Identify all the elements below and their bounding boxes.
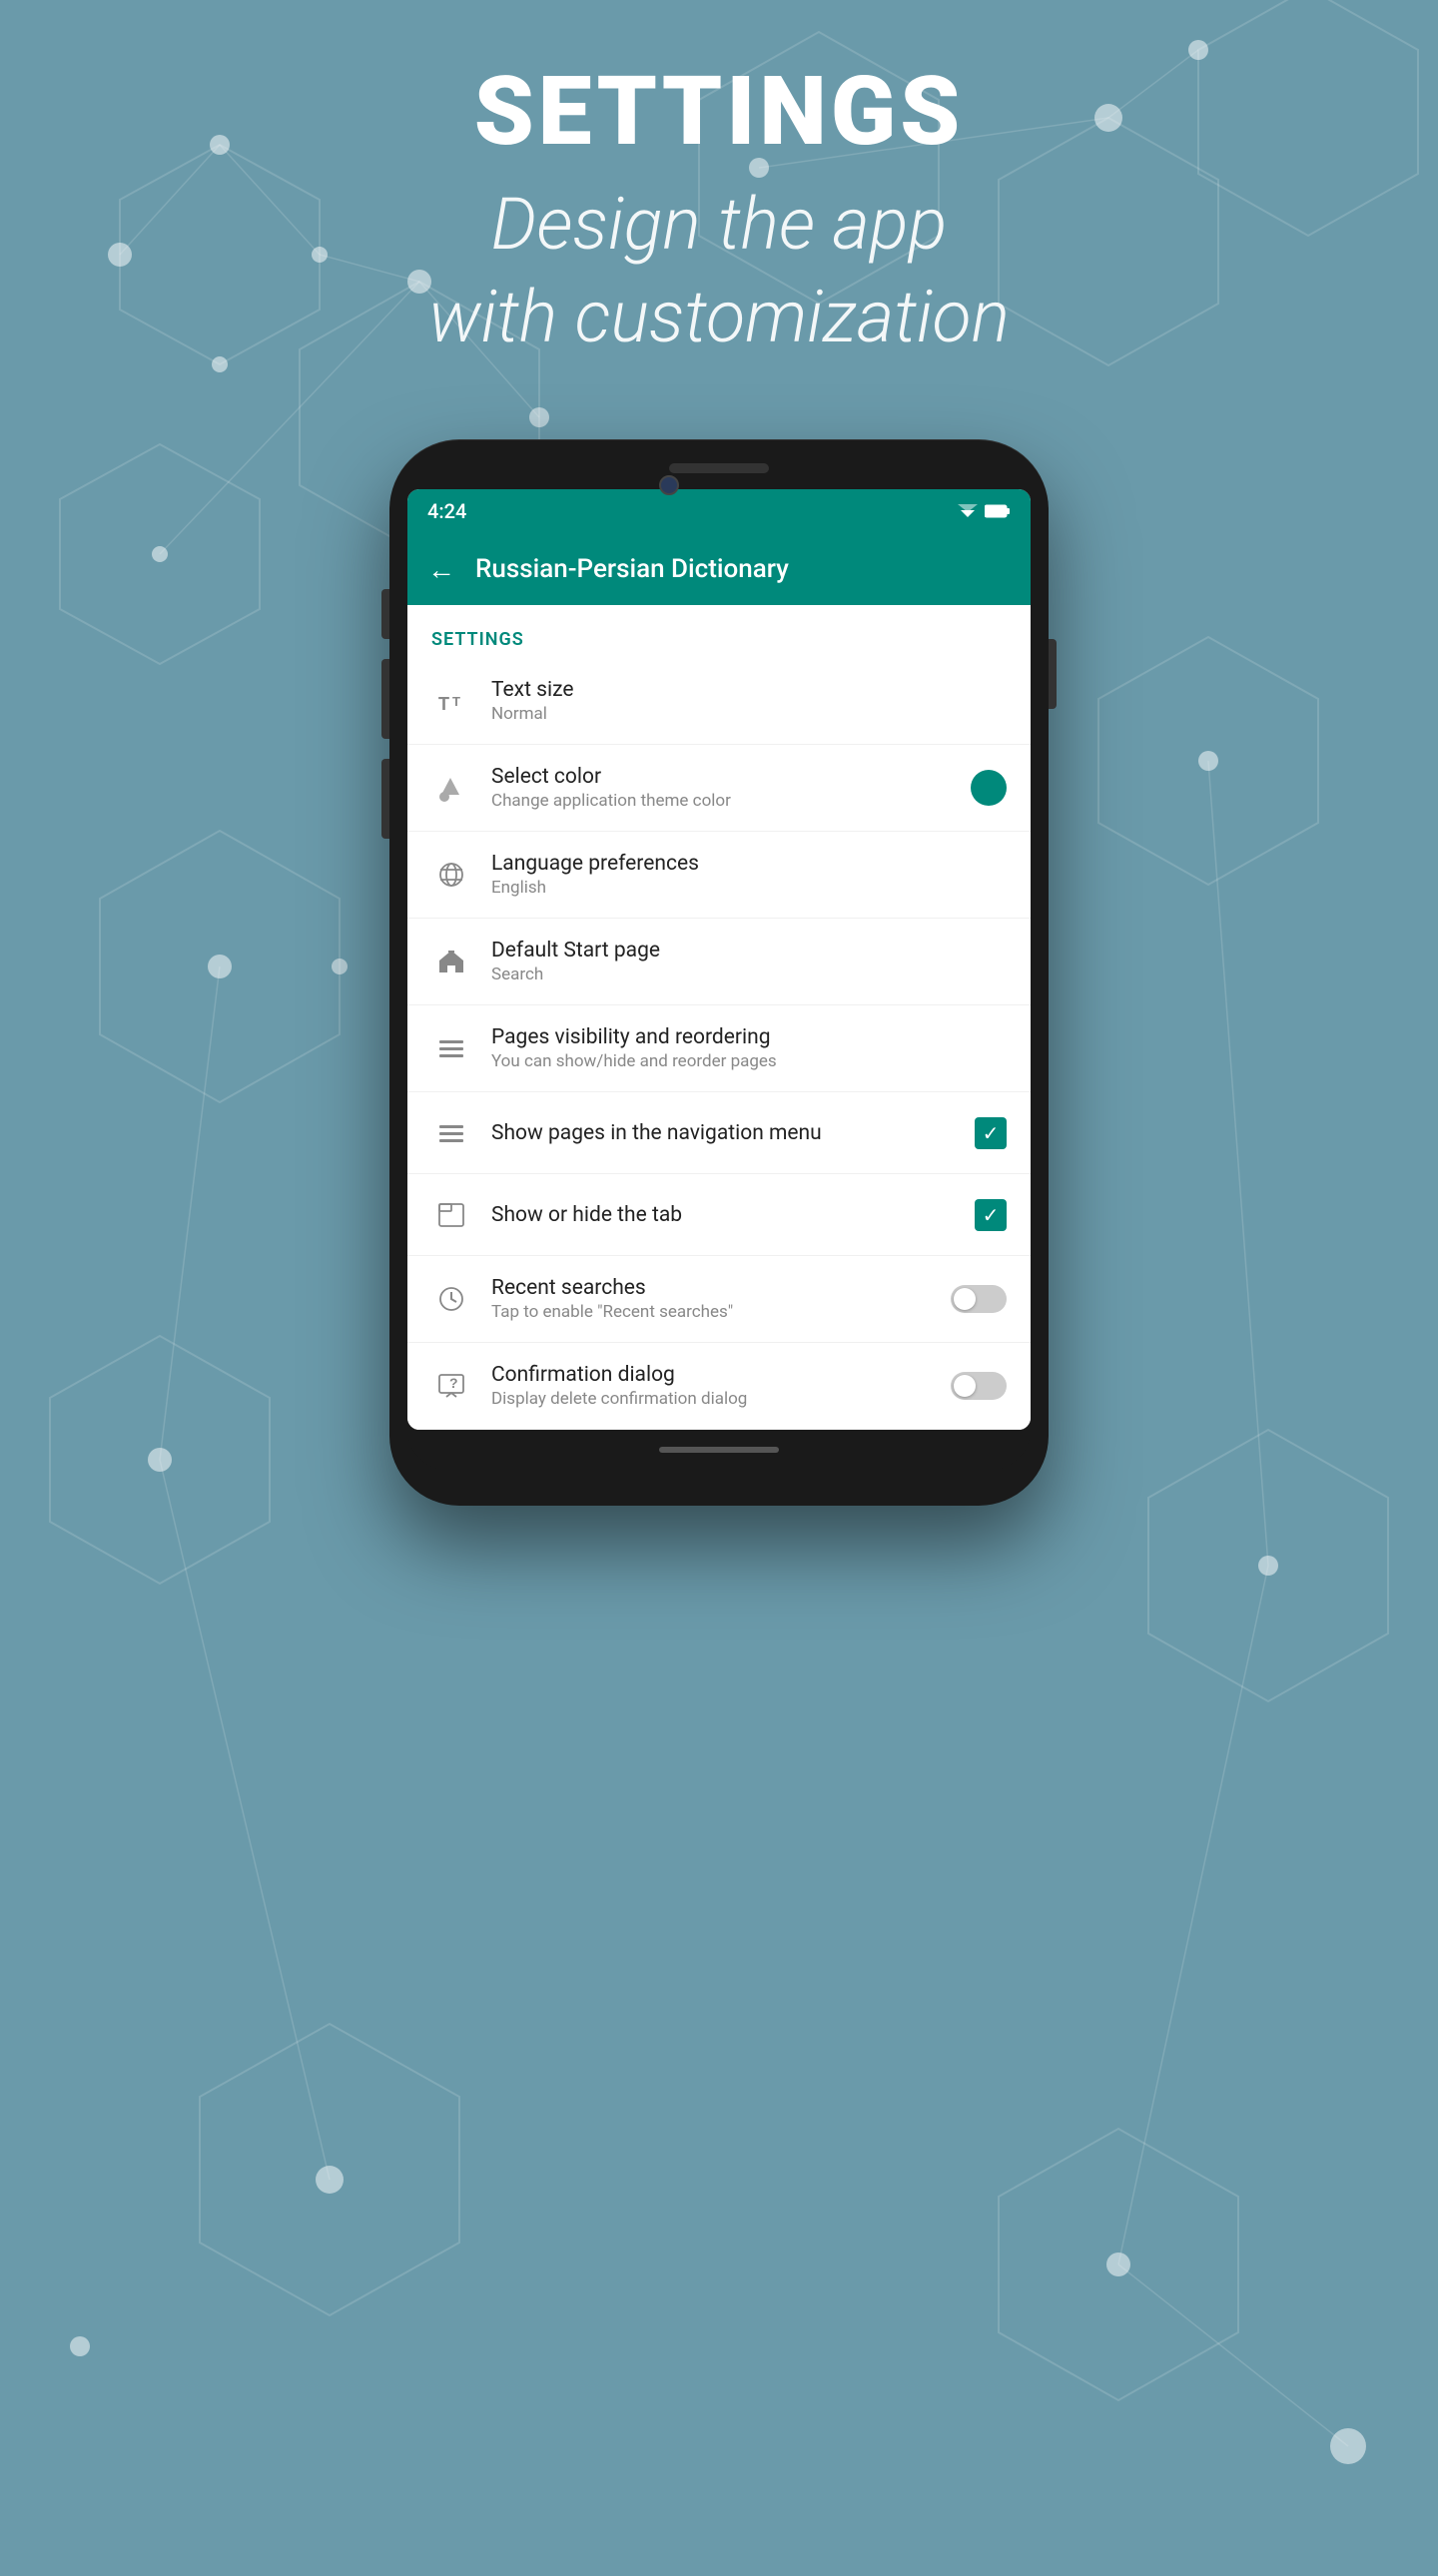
toggle-off-recent xyxy=(951,1285,1007,1313)
front-camera xyxy=(659,475,679,495)
status-bar: 4:24 xyxy=(407,489,1031,533)
menu-reorder-icon xyxy=(431,1028,471,1068)
start-page-text: Default Start page Search xyxy=(491,939,1007,984)
recent-searches-sublabel: Tap to enable "Recent searches" xyxy=(491,1302,939,1322)
nav-menu-icon xyxy=(431,1113,471,1153)
volume-down-button xyxy=(381,659,389,739)
start-page-label: Default Start page xyxy=(491,939,1007,963)
phone-mockup: 4:24 ← Russian-Persian Dictionary xyxy=(389,439,1049,1506)
show-tab-text: Show or hide the tab xyxy=(491,1203,963,1227)
tab-icon xyxy=(431,1195,471,1235)
text-size-label: Text size xyxy=(491,678,1007,702)
settings-item-show-pages-nav[interactable]: Show pages in the navigation menu ✓ xyxy=(407,1092,1031,1174)
dialog-icon: ? xyxy=(431,1366,471,1406)
show-tab-checkbox[interactable]: ✓ xyxy=(975,1199,1007,1231)
svg-text:T: T xyxy=(452,694,460,709)
show-pages-nav-checkbox[interactable]: ✓ xyxy=(975,1117,1007,1149)
confirmation-dialog-sublabel: Display delete confirmation dialog xyxy=(491,1389,939,1409)
home-bar xyxy=(659,1447,779,1453)
toggle-knob-dialog xyxy=(954,1375,976,1397)
back-button[interactable]: ← xyxy=(427,553,455,586)
power-button xyxy=(1049,639,1057,709)
text-size-icon: T T xyxy=(431,681,471,721)
settings-item-show-tab[interactable]: Show or hide the tab ✓ xyxy=(407,1174,1031,1256)
settings-item-select-color[interactable]: Select color Change application theme co… xyxy=(407,745,1031,832)
settings-item-pages-visibility[interactable]: Pages visibility and reordering You can … xyxy=(407,1005,1031,1092)
color-icon xyxy=(431,768,471,808)
toolbar-title: Russian-Persian Dictionary xyxy=(475,554,789,584)
history-icon xyxy=(431,1279,471,1319)
recent-searches-label: Recent searches xyxy=(491,1276,939,1300)
settings-item-confirmation-dialog[interactable]: ? Confirmation dialog Display delete con… xyxy=(407,1343,1031,1430)
text-size-value: Normal xyxy=(491,704,1007,724)
start-page-value: Search xyxy=(491,965,1007,984)
select-color-text: Select color Change application theme co… xyxy=(491,765,959,811)
settings-item-text-size[interactable]: T T Text size Normal xyxy=(407,658,1031,745)
pages-visibility-sublabel: You can show/hide and reorder pages xyxy=(491,1051,1007,1071)
settings-content: SETTINGS T T Text size Normal xyxy=(407,605,1031,1430)
settings-item-language[interactable]: Language preferences English xyxy=(407,832,1031,919)
confirmation-dialog-label: Confirmation dialog xyxy=(491,1363,939,1387)
toggle-off-dialog xyxy=(951,1372,1007,1400)
checkbox-checked-tab-icon: ✓ xyxy=(975,1199,1007,1231)
svg-text:?: ? xyxy=(449,1375,458,1391)
language-label: Language preferences xyxy=(491,852,1007,876)
color-dot-control[interactable] xyxy=(971,770,1007,806)
silent-button xyxy=(381,759,389,839)
globe-icon xyxy=(431,855,471,895)
text-size-text: Text size Normal xyxy=(491,678,1007,724)
pages-visibility-label: Pages visibility and reordering xyxy=(491,1025,1007,1049)
phone-shell: 4:24 ← Russian-Persian Dictionary xyxy=(389,439,1049,1506)
settings-section-header: SETTINGS xyxy=(407,605,1031,658)
select-color-sublabel: Change application theme color xyxy=(491,791,959,811)
app-toolbar: ← Russian-Persian Dictionary xyxy=(407,533,1031,605)
confirmation-dialog-text: Confirmation dialog Display delete confi… xyxy=(491,1363,939,1409)
language-text: Language preferences English xyxy=(491,852,1007,898)
speaker-grille xyxy=(669,463,769,473)
battery-icon xyxy=(985,504,1011,518)
checkbox-checked-icon: ✓ xyxy=(975,1117,1007,1149)
home-icon xyxy=(431,942,471,981)
show-pages-nav-text: Show pages in the navigation menu xyxy=(491,1121,963,1145)
page-title: SETTINGS xyxy=(0,60,1438,166)
settings-item-recent-searches[interactable]: Recent searches Tap to enable "Recent se… xyxy=(407,1256,1031,1343)
recent-searches-text: Recent searches Tap to enable "Recent se… xyxy=(491,1276,939,1322)
wifi-icon xyxy=(957,503,979,519)
settings-item-start-page[interactable]: Default Start page Search xyxy=(407,919,1031,1005)
section-label: SETTINGS xyxy=(431,629,524,650)
toggle-knob xyxy=(954,1288,976,1310)
status-icons xyxy=(957,503,1011,519)
phone-screen: 4:24 ← Russian-Persian Dictionary xyxy=(407,489,1031,1430)
show-pages-nav-label: Show pages in the navigation menu xyxy=(491,1121,963,1145)
volume-up-button xyxy=(381,589,389,639)
recent-searches-toggle[interactable] xyxy=(951,1285,1007,1313)
phone-bottom xyxy=(407,1430,1031,1470)
header-section: SETTINGS Design the app with customizati… xyxy=(0,60,1438,364)
select-color-label: Select color xyxy=(491,765,959,789)
status-time: 4:24 xyxy=(427,499,466,523)
theme-color-dot xyxy=(971,770,1007,806)
svg-text:T: T xyxy=(438,694,449,714)
page-subtitle: Design the app with customization xyxy=(0,178,1438,364)
confirmation-dialog-toggle[interactable] xyxy=(951,1372,1007,1400)
language-value: English xyxy=(491,878,1007,898)
show-tab-label: Show or hide the tab xyxy=(491,1203,963,1227)
pages-visibility-text: Pages visibility and reordering You can … xyxy=(491,1025,1007,1071)
